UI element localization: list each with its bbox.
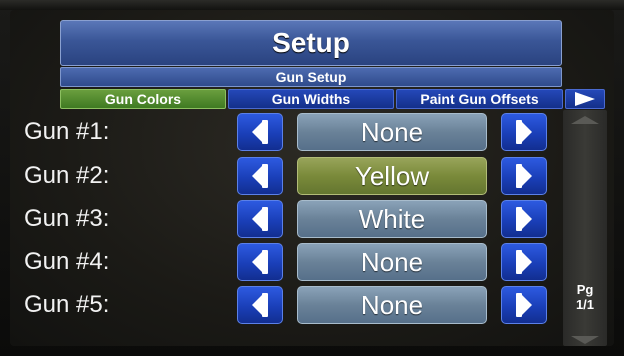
gun-2-prev-button[interactable] xyxy=(237,157,283,195)
tab-next-button[interactable] xyxy=(565,89,605,109)
gun-5-next-button[interactable] xyxy=(501,286,547,324)
right-arrow-icon xyxy=(522,252,532,272)
gun-2-value[interactable]: Yellow xyxy=(297,157,487,195)
gun-2-label: Gun #2: xyxy=(24,162,110,189)
tab-gun-colors[interactable]: Gun Colors xyxy=(60,89,226,109)
title-bar: Setup xyxy=(60,20,562,66)
page-indicator: Pg 1/1 xyxy=(563,282,607,312)
gun-5-prev-button[interactable] xyxy=(237,286,283,324)
tab-paint-gun-offsets[interactable]: Paint Gun Offsets xyxy=(396,89,563,109)
gun-5-value[interactable]: None xyxy=(297,286,487,324)
gun-5-label: Gun #5: xyxy=(24,291,110,318)
gun-2-next-button[interactable] xyxy=(501,157,547,195)
gun-4-prev-button[interactable] xyxy=(237,243,283,281)
right-arrow-icon xyxy=(522,122,532,142)
page-indicator-count: 1/1 xyxy=(575,297,595,312)
scroll-down-icon[interactable] xyxy=(571,336,599,344)
gun-3-prev-button[interactable] xyxy=(237,200,283,238)
gun-4-value[interactable]: None xyxy=(297,243,487,281)
screen: Setup Gun Setup Gun Colors Gun Widths Pa… xyxy=(10,10,614,346)
gun-1-prev-button[interactable] xyxy=(237,113,283,151)
gun-3-next-button[interactable] xyxy=(501,200,547,238)
gun-4-label: Gun #4: xyxy=(24,248,110,275)
right-arrow-icon xyxy=(522,295,532,315)
gun-1-next-button[interactable] xyxy=(501,113,547,151)
tab-gun-widths[interactable]: Gun Widths xyxy=(228,89,394,109)
left-arrow-icon xyxy=(252,209,262,229)
page-title: Setup xyxy=(272,27,350,58)
scroll-up-icon[interactable] xyxy=(571,116,599,124)
right-arrow-icon xyxy=(522,209,532,229)
gun-1-value[interactable]: None xyxy=(297,113,487,151)
left-arrow-icon xyxy=(252,252,262,272)
right-arrow-icon xyxy=(522,166,532,186)
tab-label: Gun Widths xyxy=(271,91,351,107)
left-arrow-icon xyxy=(252,122,262,142)
left-arrow-icon xyxy=(252,166,262,186)
gun-3-label: Gun #3: xyxy=(24,205,110,232)
gun-3-value[interactable]: White xyxy=(297,200,487,238)
page-indicator-label: Pg xyxy=(576,282,594,297)
gun-4-next-button[interactable] xyxy=(501,243,547,281)
tab-label: Gun Colors xyxy=(104,91,182,107)
left-arrow-icon xyxy=(252,295,262,315)
page-scrollbar[interactable]: Pg 1/1 xyxy=(563,110,607,346)
bezel-top-edge xyxy=(0,0,624,10)
tab-label: Paint Gun Offsets xyxy=(420,91,539,107)
page-subtitle: Gun Setup xyxy=(275,69,347,85)
gun-1-label: Gun #1: xyxy=(24,118,110,145)
right-triangle-icon xyxy=(575,92,595,106)
subtitle-bar: Gun Setup xyxy=(60,67,562,87)
